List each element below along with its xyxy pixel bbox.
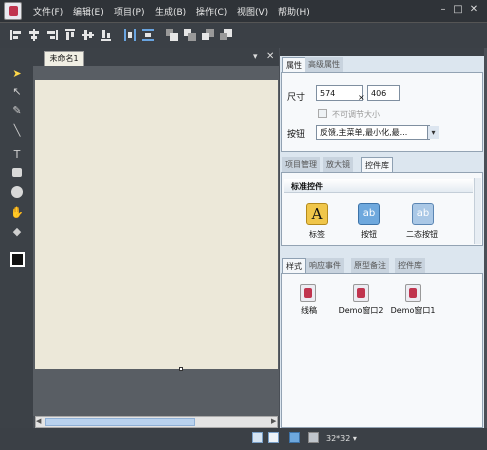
rectangle-icon[interactable]	[10, 166, 24, 180]
standard-controls-label: 标准控件	[291, 182, 323, 191]
scroll-left-icon[interactable]: ◀	[36, 417, 41, 425]
chevron-down-icon[interactable]: ▾	[427, 126, 439, 139]
eyedropper-icon[interactable]: ◆	[10, 225, 24, 239]
buttons-label: 按钮	[287, 130, 306, 140]
tab-events[interactable]: 响应事件	[306, 258, 344, 273]
align-middle-icon[interactable]	[82, 29, 94, 41]
bring-forward-icon[interactable]	[184, 29, 196, 41]
buttons-select[interactable]: 反馈,主菜单,最小化,最...	[316, 125, 430, 140]
resource-file-icon[interactable]	[300, 284, 316, 302]
menu-operate[interactable]: 操作(C)	[196, 5, 227, 18]
tab-magnifier[interactable]: 放大镜	[323, 157, 353, 172]
canvas-resize-handle[interactable]	[179, 367, 183, 371]
select-arrow-icon[interactable]: ➤	[10, 67, 24, 81]
text-icon[interactable]: T	[10, 148, 24, 162]
height-input[interactable]: 406	[367, 85, 400, 101]
fixed-size-label: 不可调节大小	[332, 110, 380, 119]
fixed-size-checkbox[interactable]	[318, 109, 327, 118]
distribute-vertical-icon[interactable]	[142, 29, 154, 41]
menu-file[interactable]: 文件(F)	[33, 5, 63, 18]
app-logo-icon	[4, 2, 22, 20]
label-control-icon[interactable]: A	[306, 203, 328, 225]
properties-panel	[281, 72, 483, 152]
hand-pan-icon[interactable]: ✋	[10, 206, 24, 220]
library-scrollbar[interactable]	[474, 178, 481, 244]
align-bottom-icon[interactable]	[100, 29, 112, 41]
align-top-icon[interactable]	[64, 29, 76, 41]
bring-to-front-icon[interactable]	[166, 29, 178, 41]
tab-properties[interactable]: 属性	[282, 57, 306, 72]
align-center-icon[interactable]	[28, 29, 40, 41]
resource-file-icon[interactable]	[405, 284, 421, 302]
label-control-label[interactable]: 标签	[287, 229, 347, 240]
button-control-label[interactable]: 按钮	[339, 229, 399, 240]
scroll-right-icon[interactable]: ▶	[271, 417, 276, 425]
menu-edit[interactable]: 编辑(E)	[73, 5, 104, 18]
close-button[interactable]: ✕	[468, 4, 480, 16]
tab-control-library[interactable]: 控件库	[361, 157, 393, 172]
view-list-icon[interactable]	[268, 432, 279, 443]
resource-item-label[interactable]: Demo窗口1	[384, 305, 442, 316]
view-thumbnail-icon[interactable]	[289, 432, 300, 443]
tab-project-manager[interactable]: 项目管理	[282, 157, 320, 172]
menu-view[interactable]: 视图(V)	[237, 5, 268, 18]
status-bar	[0, 428, 487, 450]
direct-select-icon[interactable]: ↖	[10, 85, 24, 99]
pencil-icon[interactable]: ✎	[10, 104, 24, 118]
resource-item-label[interactable]: Demo窗口2	[332, 305, 390, 316]
minimize-button[interactable]: –	[437, 4, 449, 16]
align-right-icon[interactable]	[46, 29, 58, 41]
width-input[interactable]: 574	[316, 85, 363, 101]
scrollbar-thumb[interactable]	[45, 418, 195, 426]
ellipse-icon[interactable]	[10, 185, 24, 199]
menu-build[interactable]: 生成(B)	[155, 5, 186, 18]
tab-style[interactable]: 样式	[282, 258, 306, 273]
tab-prototype-notes[interactable]: 原型备注	[351, 258, 389, 273]
maximize-button[interactable]: □	[452, 4, 464, 16]
toggle-button-control-label[interactable]: 二态按钮	[392, 229, 452, 240]
line-icon[interactable]: ╲	[10, 124, 24, 138]
tab-control-library-2[interactable]: 控件库	[395, 258, 425, 273]
menu-project[interactable]: 项目(P)	[114, 5, 144, 18]
toggle-button-control-icon[interactable]: ab	[412, 203, 434, 225]
snap-grid-icon[interactable]	[308, 432, 319, 443]
grid-size-dropdown[interactable]: 32*32 ▾	[326, 434, 357, 443]
size-label: 尺寸	[287, 93, 306, 103]
menu-help[interactable]: 帮助(H)	[278, 5, 310, 18]
resource-item-label[interactable]: 线稿	[280, 305, 338, 316]
distribute-horizontal-icon[interactable]	[124, 29, 136, 41]
align-left-icon[interactable]	[10, 29, 22, 41]
tab-list-dropdown-icon[interactable]: ▾	[253, 52, 258, 62]
button-control-icon[interactable]: ab	[358, 203, 380, 225]
right-panel-header	[280, 48, 484, 56]
color-swatch[interactable]	[10, 252, 25, 267]
send-to-back-icon[interactable]	[220, 29, 232, 41]
view-split-icon[interactable]	[252, 432, 263, 443]
send-backward-icon[interactable]	[202, 29, 214, 41]
document-tab[interactable]: 未命名1	[44, 51, 84, 66]
tab-advanced-properties[interactable]: 高级属性	[305, 57, 343, 72]
design-canvas[interactable]	[35, 80, 278, 369]
times-sign: ×	[358, 93, 365, 102]
resource-file-icon[interactable]	[353, 284, 369, 302]
close-tab-icon[interactable]: ✕	[266, 51, 274, 62]
